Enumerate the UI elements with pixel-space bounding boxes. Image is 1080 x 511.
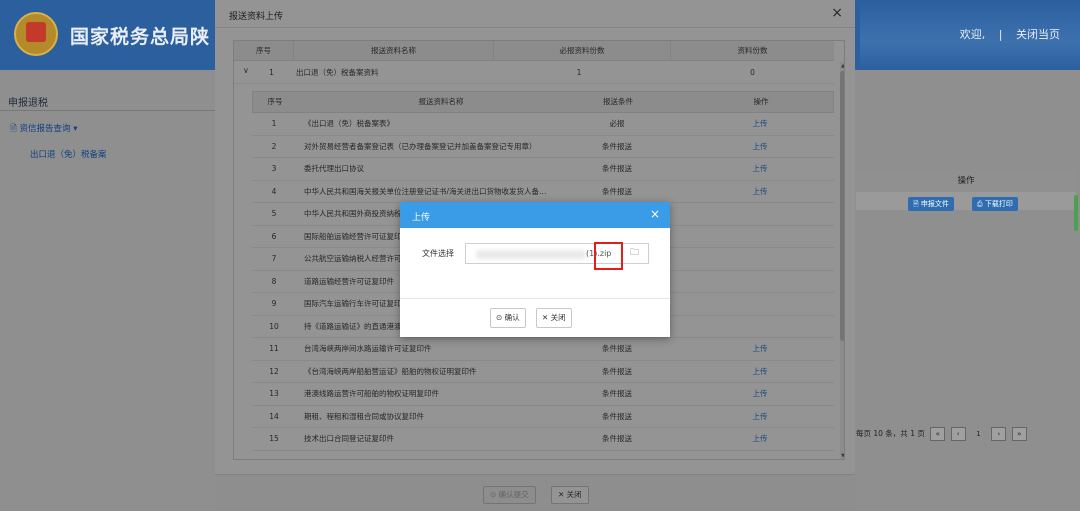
sidebar-divider <box>0 110 215 111</box>
upload-close-button[interactable]: ✕ 关闭 <box>536 308 572 328</box>
upload-dialog-header: 上传 × <box>400 202 670 228</box>
left-sidebar: 申报退税 🗎 资信报告查询 ▾ 出口退（免）税备案 <box>0 70 215 511</box>
operations-table: 操作 🗎 申报文件 ⎙ 下载打印 <box>856 170 1076 211</box>
upload-dialog-title: 上传 <box>412 213 431 223</box>
redacted-file-path <box>476 250 586 259</box>
print-icon: ⎙ <box>977 200 985 208</box>
operations-header: 操作 <box>856 170 1076 192</box>
first-page-button[interactable]: « <box>930 427 946 441</box>
next-page-button[interactable]: › <box>991 427 1007 441</box>
sidebar-item-credit-report[interactable]: 🗎 资信报告查询 ▾ <box>10 122 78 137</box>
last-page-button[interactable]: » <box>1011 427 1027 441</box>
check-circle-icon: ⊙ <box>496 313 505 322</box>
close-icon[interactable]: × <box>650 207 660 221</box>
upload-confirm-button[interactable]: ⊙ 确认 <box>490 308 526 328</box>
highlight-annotation-box <box>594 242 623 270</box>
file-icon: 🗎 <box>913 200 921 208</box>
upload-dialog: 上传 × 文件选择 (1).zip 🗀 ⊙ 确认 ✕ 关闭 <box>400 202 670 337</box>
sidebar-item-label: 资信报告查询 ▾ <box>19 124 78 134</box>
sidebar-title: 申报退税 <box>8 98 48 109</box>
pagination: 每页 10 条，共 1 页 « ‹ 1 › » <box>856 427 1027 442</box>
folder-icon[interactable]: 🗀 <box>622 245 646 262</box>
sidebar-item-export-filing[interactable]: 出口退（免）税备案 <box>30 148 107 160</box>
tax-emblem-logo <box>14 12 58 56</box>
header-user-area: 欢迎, | 关闭当页 <box>950 26 1060 42</box>
close-page-link[interactable]: 关闭当页 <box>1016 28 1060 41</box>
file-select-label: 文件选择 <box>422 249 454 258</box>
page-scroll-indicator[interactable] <box>1074 195 1078 231</box>
document-icon: 🗎 <box>10 124 20 134</box>
download-print-button[interactable]: ⎙ 下载打印 <box>972 197 1018 211</box>
brand-title: 国家税务总局陕 <box>70 26 211 48</box>
close-icon: ✕ <box>542 313 551 322</box>
current-page-number[interactable]: 1 <box>971 428 986 442</box>
upload-dialog-divider <box>400 298 670 299</box>
welcome-text: 欢迎, <box>959 28 986 41</box>
header-separator: | <box>998 28 1003 41</box>
pagination-info: 每页 10 条，共 1 页 <box>856 429 925 438</box>
right-content-area: 操作 🗎 申报文件 ⎙ 下载打印 每页 10 条，共 1 页 « ‹ 1 › » <box>838 70 1080 511</box>
declare-file-button[interactable]: 🗎 申报文件 <box>908 197 954 211</box>
prev-page-button[interactable]: ‹ <box>950 427 966 441</box>
